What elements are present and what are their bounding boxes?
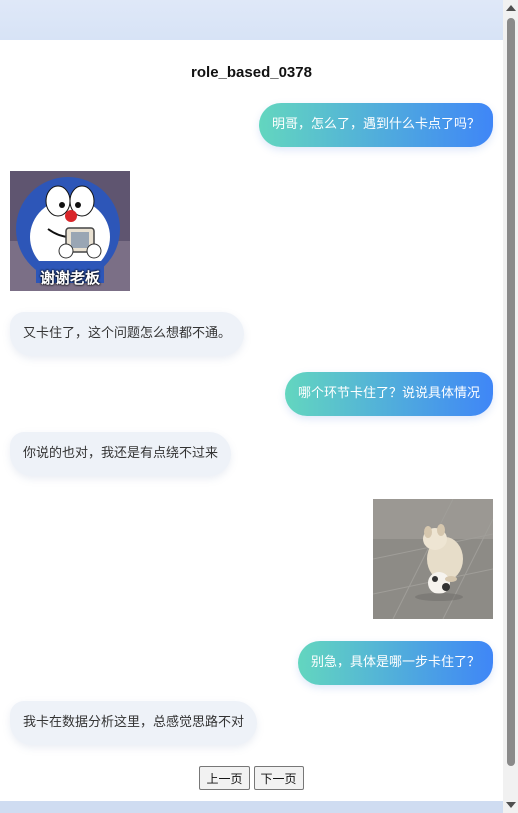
scroll-down-icon[interactable]	[506, 802, 516, 808]
chat-window: role_based_0378 明哥，怎么了，遇到什么卡点了吗？ 谢谢老板 又卡…	[0, 40, 503, 801]
vertical-scrollbar[interactable]	[503, 0, 518, 813]
puppy-with-ball-icon	[373, 499, 493, 619]
scrollbar-thumb[interactable]	[507, 18, 515, 766]
bottom-background	[0, 801, 503, 813]
prev-page-button[interactable]: 上一页	[199, 766, 250, 790]
doraemon-sticker-image: 谢谢老板	[10, 171, 130, 291]
message-bubble-other: 你说的也对，我还是有点绕不过来	[10, 432, 232, 476]
top-background	[0, 0, 503, 40]
pagination: 上一页 下一页	[0, 766, 503, 790]
scroll-up-icon[interactable]	[506, 5, 516, 11]
message-bubble-user: 哪个环节卡住了？说说具体情况	[284, 372, 493, 416]
message-bubble-other: 我卡在数据分析这里，总感觉思路不对	[10, 701, 258, 745]
message-bubble-user: 明哥，怎么了，遇到什么卡点了吗？	[258, 103, 493, 147]
sticker-caption: 谢谢老板	[39, 269, 100, 287]
message-bubble-other: 又卡住了，这个问题怎么想都不通。	[10, 312, 245, 356]
message-bubble-user: 别急，具体是哪一步卡住了？	[297, 641, 493, 685]
conversation-title: role_based_0378	[191, 64, 312, 81]
puppy-photo-image	[373, 499, 493, 619]
next-page-button[interactable]: 下一页	[253, 766, 304, 790]
